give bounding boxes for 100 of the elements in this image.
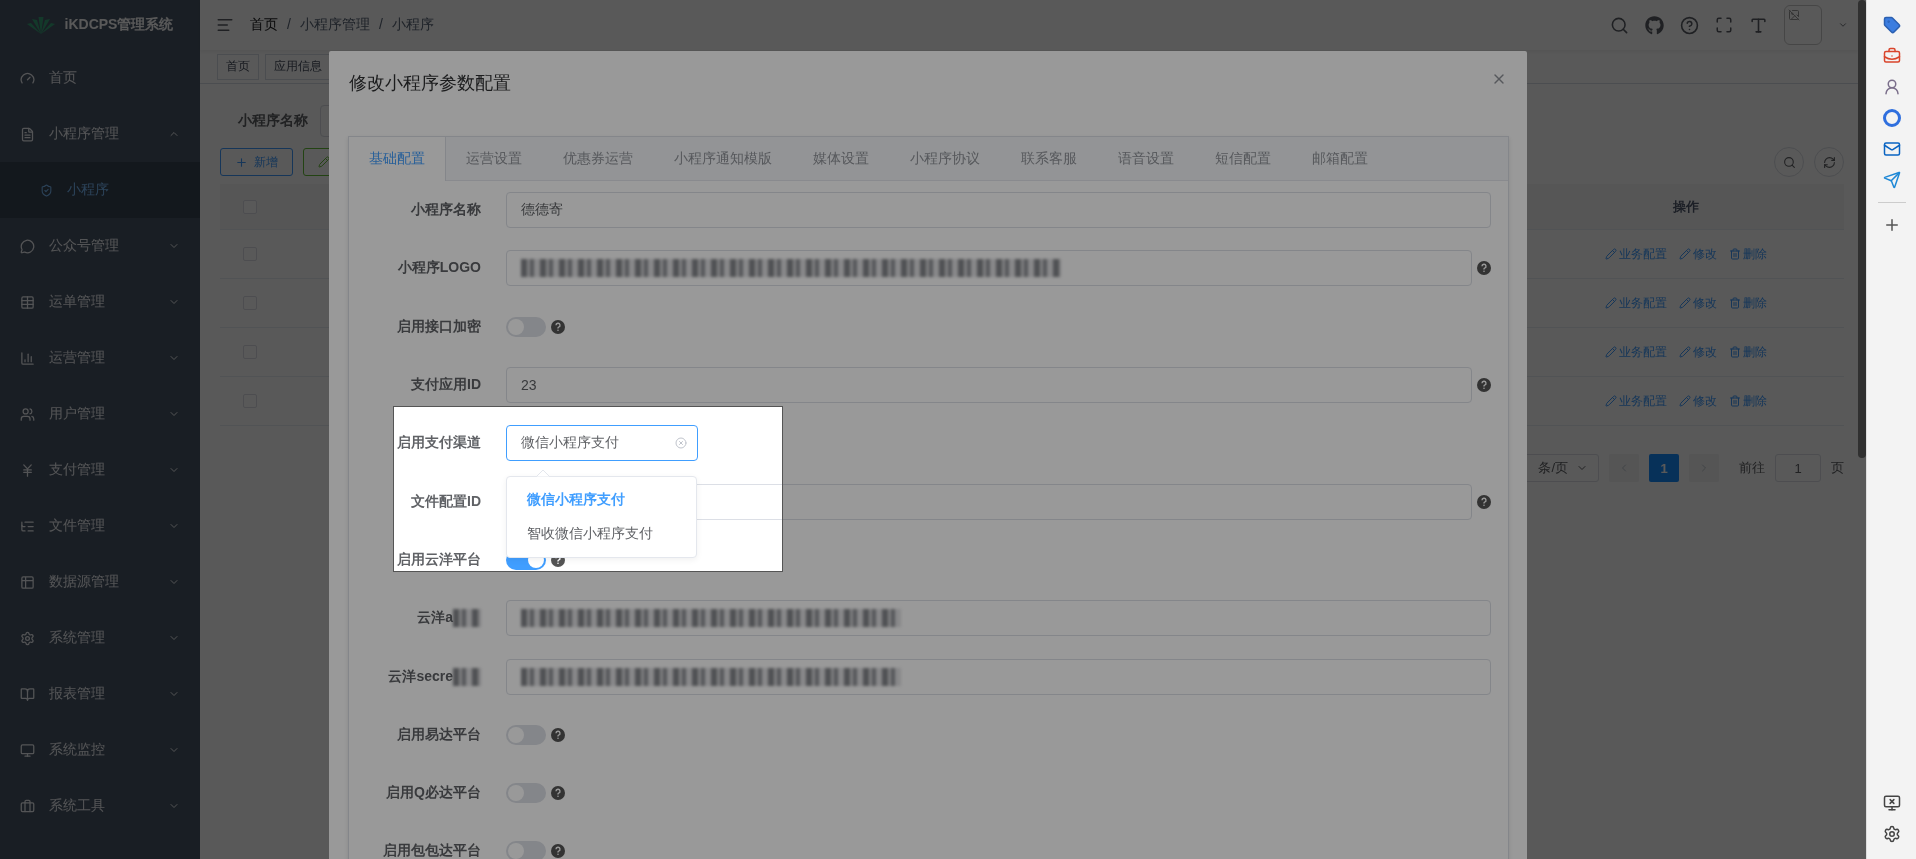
breadcrumb-separator: / (378, 16, 383, 34)
page-tag[interactable]: 应用信息 (265, 53, 331, 80)
field-label: 启用易达平台 (397, 725, 481, 744)
screen-icon[interactable] (1882, 794, 1901, 812)
tab[interactable]: 语音设置 (1098, 137, 1195, 181)
field-label: 云洋a (417, 609, 453, 628)
field-label: 小程序名称 (411, 201, 481, 220)
action-link[interactable]: 修改 (1679, 294, 1717, 312)
monitor-icon (20, 742, 35, 758)
help-icon[interactable] (551, 319, 565, 334)
tab[interactable]: 邮箱配置 (1292, 137, 1389, 181)
dropdown-option[interactable]: 智收微信小程序支付 (507, 517, 696, 552)
field-label: 启用云洋平台 (397, 550, 481, 569)
search-button[interactable] (1774, 147, 1804, 177)
dropdown-option[interactable]: 微信小程序支付 (507, 483, 696, 518)
input-field[interactable] (506, 250, 1472, 287)
help-icon[interactable] (1477, 261, 1491, 276)
logo-icon (26, 16, 55, 34)
field-label: 启用支付渠道 (397, 434, 481, 453)
avatar-image[interactable] (1784, 5, 1822, 45)
trash-icon (1729, 395, 1741, 407)
yen-icon (20, 462, 35, 478)
document-icon (20, 126, 35, 142)
help-icon[interactable] (551, 727, 565, 742)
refresh-button[interactable] (1814, 147, 1844, 177)
field-label: 小程序名称 (237, 112, 309, 130)
pencil-icon (1605, 395, 1617, 407)
gauge-icon (20, 70, 35, 86)
search-icon[interactable] (1610, 15, 1629, 35)
breadcrumb-link[interactable]: 小程序 (391, 16, 434, 34)
action-link[interactable]: 删除 (1729, 343, 1767, 361)
pencil-icon (1679, 395, 1691, 407)
input-field[interactable] (506, 600, 1491, 637)
field-label: 小程序LOGO (397, 259, 481, 278)
users-icon (20, 406, 35, 422)
clear-icon[interactable] (675, 437, 687, 450)
pencil-icon (1679, 346, 1691, 358)
pencil-icon (1605, 346, 1617, 358)
refresh-icon (1822, 155, 1836, 169)
broken-image-icon (1788, 9, 1800, 21)
trash-icon (1729, 346, 1741, 358)
fullscreen-icon[interactable] (1715, 16, 1733, 34)
action-link[interactable]: 修改 (1679, 343, 1717, 361)
github-icon[interactable] (1645, 15, 1664, 35)
tab[interactable]: 基础配置 (349, 137, 446, 181)
input-field[interactable]: 德德寄 (506, 192, 1491, 229)
circle-icon[interactable] (1882, 109, 1901, 127)
pencil-icon (1679, 248, 1691, 260)
select-field[interactable]: 微信小程序支付 (506, 425, 698, 462)
field-label: 启用Q必达平台 (386, 784, 481, 803)
action-link[interactable]: 修改 (1679, 392, 1717, 410)
menu-icon[interactable] (216, 16, 234, 34)
action-link[interactable]: 删除 (1729, 245, 1767, 263)
action-link[interactable]: 删除 (1729, 392, 1767, 410)
trash-icon (1729, 297, 1741, 309)
mail-icon[interactable] (1882, 140, 1901, 158)
send-icon[interactable] (1882, 171, 1901, 189)
help-icon[interactable] (551, 844, 565, 859)
plus-icon (235, 155, 248, 169)
page-button[interactable]: 1 (1649, 454, 1679, 482)
add-button[interactable]: 新增 (220, 148, 293, 176)
help-icon[interactable] (1477, 378, 1491, 393)
help-icon[interactable] (551, 786, 565, 801)
table-icon (20, 294, 35, 310)
trash-icon (1729, 248, 1741, 260)
dialog-title: 修改小程序参数配置 (349, 72, 511, 95)
tag-icon[interactable] (1882, 16, 1901, 34)
caret-icon[interactable] (1838, 20, 1848, 30)
person-icon[interactable] (1882, 78, 1901, 96)
field-label: 启用包包达平台 (383, 842, 481, 859)
shield-icon (40, 183, 53, 197)
page-input[interactable]: 1 (1775, 454, 1821, 482)
pencil-icon (318, 156, 330, 168)
tab[interactable]: 短信配置 (1195, 137, 1292, 181)
page-tag[interactable]: 首页 (217, 53, 259, 80)
tab[interactable]: 小程序协议 (890, 137, 1001, 181)
field-label: 云洋secre (388, 667, 453, 686)
breadcrumb-separator: / (287, 16, 291, 34)
tab[interactable]: 小程序通知模版 (654, 137, 793, 181)
tab[interactable]: 媒体设置 (793, 137, 890, 181)
tab[interactable]: 联系客服 (1001, 137, 1098, 181)
scrollbar[interactable] (1858, 0, 1866, 458)
pencil-icon (1605, 248, 1617, 260)
bar-chart-icon (20, 350, 35, 366)
app-title: iKDCPS管理系统 (64, 16, 174, 34)
settings-icon[interactable] (1882, 825, 1901, 843)
input-field[interactable] (506, 658, 1491, 695)
briefcase-icon[interactable] (1882, 47, 1901, 65)
input-field[interactable]: 23 (506, 367, 1472, 404)
book-icon (20, 686, 35, 702)
column-header: 操作 (1673, 197, 1699, 216)
search-icon (1782, 155, 1796, 169)
text-size-icon[interactable] (1749, 15, 1768, 35)
page-suffix: 页 (1831, 459, 1844, 477)
pencil-icon (1679, 297, 1691, 309)
breadcrumb-link[interactable]: 首页 (250, 16, 278, 34)
help-icon[interactable] (1477, 494, 1491, 509)
action-link[interactable]: 删除 (1729, 294, 1767, 312)
field-label: 文件配置ID (411, 492, 481, 511)
action-link[interactable]: 修改 (1679, 245, 1717, 263)
